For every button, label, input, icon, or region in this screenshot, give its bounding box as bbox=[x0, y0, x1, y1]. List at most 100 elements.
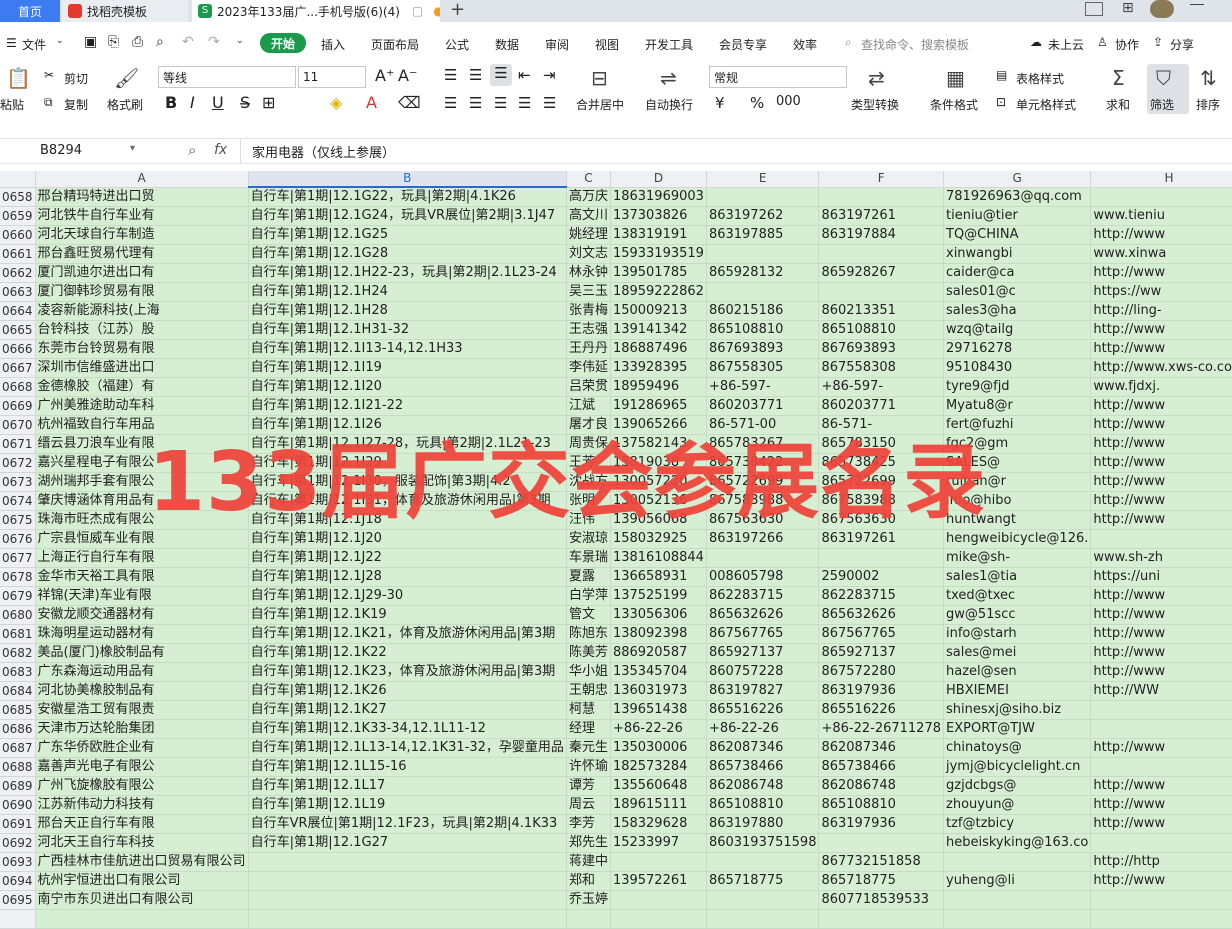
cell[interactable]: http://www bbox=[1090, 396, 1232, 416]
indent-decrease-icon[interactable]: ⇤ bbox=[518, 66, 531, 84]
window-layout-icon[interactable] bbox=[1085, 2, 1103, 16]
cell[interactable]: 王朝忠 bbox=[566, 681, 611, 701]
cell[interactable]: http://www bbox=[1090, 605, 1232, 625]
merge-button[interactable]: 合并居中 bbox=[576, 96, 624, 113]
cell[interactable]: 860215186 bbox=[706, 301, 820, 321]
cell[interactable]: 15233997 bbox=[610, 833, 707, 853]
row-header[interactable]: 0690 bbox=[0, 795, 36, 815]
cell[interactable]: 867732151858 bbox=[818, 852, 944, 872]
row-header[interactable]: 0658 bbox=[0, 187, 36, 207]
cell[interactable]: 863197262 bbox=[706, 206, 820, 226]
cell[interactable]: zhouyun@ bbox=[943, 795, 1092, 815]
cell[interactable]: hebeiskyking@163.co bbox=[943, 833, 1092, 853]
cell[interactable]: +86-597- bbox=[818, 377, 944, 397]
cell[interactable]: 137525199 bbox=[610, 586, 707, 606]
cell[interactable] bbox=[706, 244, 820, 264]
cell[interactable] bbox=[610, 909, 707, 929]
cell[interactable]: 郑先生 bbox=[566, 833, 611, 853]
cell[interactable]: 天津市万达轮胎集团 bbox=[35, 719, 249, 739]
row-header[interactable]: 0688 bbox=[0, 757, 36, 777]
cell[interactable] bbox=[818, 187, 944, 207]
cell[interactable]: tyre9@fjd bbox=[943, 377, 1092, 397]
cell[interactable]: 吴三玉 bbox=[566, 282, 611, 302]
export-icon[interactable]: ⎘ bbox=[108, 34, 119, 50]
cell[interactable]: 江苏新伟动力科技有 bbox=[35, 795, 249, 815]
cell[interactable]: 自行车|第1期|12.1K19 bbox=[248, 605, 567, 625]
row-header[interactable]: 0689 bbox=[0, 776, 36, 796]
cell[interactable]: http://www bbox=[1090, 263, 1232, 283]
cell[interactable] bbox=[35, 909, 249, 929]
row-header[interactable]: 0671 bbox=[0, 434, 36, 454]
cell[interactable]: http://www bbox=[1090, 643, 1232, 663]
row-header[interactable]: 0691 bbox=[0, 814, 36, 834]
cell[interactable]: www.fjdxj. bbox=[1090, 377, 1232, 397]
cell[interactable] bbox=[1090, 757, 1232, 777]
cell[interactable]: +86-22-26 bbox=[610, 719, 707, 739]
cell[interactable]: 865718775 bbox=[706, 871, 820, 891]
cell[interactable]: 东莞市台铃贸易有限 bbox=[35, 339, 249, 359]
row-header[interactable]: 0668 bbox=[0, 377, 36, 397]
wrap-icon[interactable]: ⇌ bbox=[660, 66, 677, 90]
table-style-button[interactable]: 表格样式 bbox=[1016, 70, 1064, 87]
cell[interactable]: 许怀瑜 bbox=[566, 757, 611, 777]
cell[interactable]: 刘文志 bbox=[566, 244, 611, 264]
cell[interactable]: 150009213 bbox=[610, 301, 707, 321]
cell[interactable]: 865108810 bbox=[818, 320, 944, 340]
menu-data[interactable]: 数据 bbox=[495, 36, 519, 53]
corner-cell[interactable] bbox=[0, 171, 36, 188]
font-color-icon[interactable]: A bbox=[366, 93, 377, 112]
undo-icon[interactable]: ↶ bbox=[182, 34, 194, 50]
menu-insert[interactable]: 插入 bbox=[321, 36, 345, 53]
cell[interactable]: 自行车|第1期|12.1I21-22 bbox=[248, 396, 567, 416]
row-header[interactable]: 0664 bbox=[0, 301, 36, 321]
row-header[interactable]: 0679 bbox=[0, 586, 36, 606]
formula-input[interactable]: 家用电器（仅线上参展） bbox=[252, 142, 395, 161]
avatar[interactable] bbox=[1150, 0, 1174, 18]
cell[interactable]: 蒋建中 bbox=[566, 852, 611, 872]
cell[interactable]: 张青梅 bbox=[566, 301, 611, 321]
currency-icon[interactable]: ¥ bbox=[715, 94, 725, 112]
cell[interactable]: 863197885 bbox=[706, 225, 820, 245]
cell[interactable]: HBXIEMEI bbox=[943, 681, 1092, 701]
cell[interactable]: 李芳 bbox=[566, 814, 611, 834]
col-header-a[interactable]: A bbox=[35, 171, 249, 188]
menu-formula[interactable]: 公式 bbox=[445, 36, 469, 53]
cell[interactable]: 陈美芳 bbox=[566, 643, 611, 663]
cell[interactable]: http://www bbox=[1090, 225, 1232, 245]
cell[interactable]: http://www bbox=[1090, 624, 1232, 644]
cell[interactable]: 865516226 bbox=[818, 700, 944, 720]
italic-icon[interactable]: I bbox=[190, 93, 195, 112]
number-format-select[interactable]: 常规 bbox=[709, 66, 847, 88]
cell[interactable]: 河北天球自行车制造 bbox=[35, 225, 249, 245]
font-shrink-icon[interactable]: A⁻ bbox=[398, 66, 417, 85]
cell[interactable]: 台铃科技（江苏）股 bbox=[35, 320, 249, 340]
cell[interactable]: http://www.xws-co.com bbox=[1090, 358, 1232, 378]
col-header-h[interactable]: H bbox=[1090, 171, 1232, 188]
cell[interactable]: 杭州宇恒进出口有限公司 bbox=[35, 871, 249, 891]
row-header[interactable]: 0678 bbox=[0, 567, 36, 587]
cell[interactable]: 886920587 bbox=[610, 643, 707, 663]
cell[interactable]: 郑和 bbox=[566, 871, 611, 891]
redo-icon[interactable]: ↷ bbox=[208, 34, 220, 50]
cell[interactable]: 18959222862 bbox=[610, 282, 707, 302]
cell[interactable]: 林永钟 bbox=[566, 263, 611, 283]
cell[interactable]: 862086748 bbox=[706, 776, 820, 796]
cell[interactable] bbox=[818, 909, 944, 929]
menu-review[interactable]: 审阅 bbox=[545, 36, 569, 53]
cell[interactable] bbox=[1090, 890, 1232, 910]
cell[interactable]: 自行车|第1期|12.1J29-30 bbox=[248, 586, 567, 606]
cell[interactable]: +86-597- bbox=[706, 377, 820, 397]
row-header[interactable]: 0677 bbox=[0, 548, 36, 568]
format-painter-icon[interactable]: 🖌 bbox=[114, 66, 139, 90]
cell[interactable] bbox=[248, 890, 567, 910]
cell[interactable]: shinesxj@siho.biz bbox=[943, 700, 1092, 720]
sum-button[interactable]: 求和 bbox=[1106, 96, 1130, 113]
cell[interactable]: 自行车|第1期|12.1K27 bbox=[248, 700, 567, 720]
cell[interactable] bbox=[706, 187, 820, 207]
cell[interactable]: 李伟延 bbox=[566, 358, 611, 378]
cell[interactable]: caider@ca bbox=[943, 263, 1092, 283]
cell[interactable]: 自行车|第1期|12.1H31-32 bbox=[248, 320, 567, 340]
cell[interactable] bbox=[818, 282, 944, 302]
cell[interactable]: 867558305 bbox=[706, 358, 820, 378]
cell[interactable]: 8607718539533 bbox=[818, 890, 944, 910]
